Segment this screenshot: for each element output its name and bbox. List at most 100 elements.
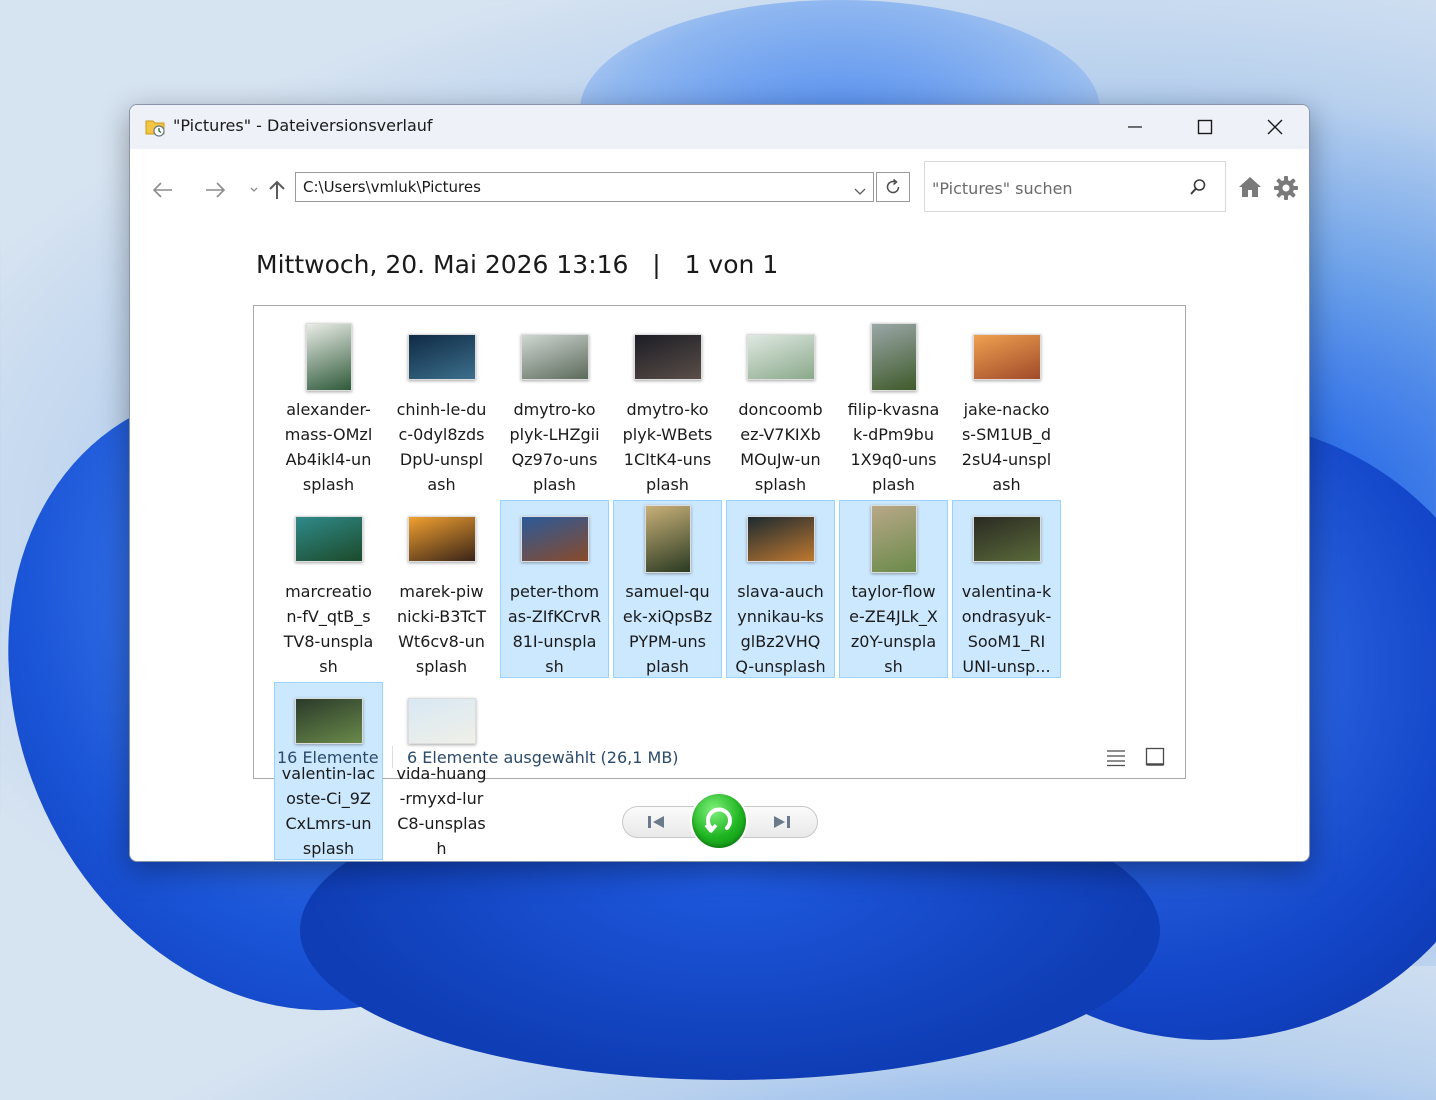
version-heading: Mittwoch, 20. Mai 2026 13:16 | 1 von 1 (256, 250, 778, 279)
search-input[interactable] (930, 174, 1184, 202)
file-name: jake-nacko s-SM1UB_d 2sU4-unspl ash (961, 400, 1052, 494)
details-view-icon[interactable] (1106, 749, 1126, 771)
image-thumbnail (294, 516, 363, 562)
image-thumbnail (407, 334, 476, 380)
chevron-down-icon (854, 188, 866, 195)
selection-info: 6 Elemente ausgewählt (26,1 MB) (407, 748, 679, 767)
file-item[interactable]: dmytro-ko plyk-LHZgii Qz97o-uns plash (500, 318, 609, 496)
chevron-down-icon (250, 187, 258, 192)
thumbnail-frame (953, 321, 1060, 393)
restore-button-face (692, 794, 746, 848)
file-name: marcreatio n-fV_qtB_s TV8-unspla sh (283, 582, 374, 676)
close-icon (1267, 119, 1283, 135)
up-button[interactable] (264, 175, 290, 205)
maximize-icon (1197, 119, 1213, 135)
file-name: dmytro-ko plyk-LHZgii Qz97o-uns plash (509, 400, 600, 494)
next-version-button[interactable] (762, 810, 802, 834)
large-icons-view-icon[interactable] (1145, 747, 1165, 771)
file-history-window: "Pictures" - Dateiversionsverlauf C:\Use… (129, 104, 1310, 862)
file-item[interactable]: dmytro-ko plyk-WBets 1CItK4-uns plash (613, 318, 722, 496)
gear-icon[interactable] (1273, 175, 1299, 205)
thumbnail-frame (501, 503, 608, 575)
image-thumbnail (870, 323, 917, 391)
image-thumbnail (972, 334, 1041, 380)
arrow-right-icon (206, 182, 226, 198)
thumbnail-frame (953, 503, 1060, 575)
file-item[interactable]: marek-piw nicki-B3TcT Wt6cv8-un splash (387, 500, 496, 678)
file-name: samuel-qu ek-xiQpsBz PYPM-uns plash (622, 582, 713, 676)
file-name: vida-huang -rmyxd-lur C8-unsplas h (396, 764, 487, 858)
file-item[interactable]: valentin-lac oste-Ci_9Z CxLmrs-un splash (274, 682, 383, 860)
file-item[interactable]: marcreatio n-fV_qtB_s TV8-unspla sh (274, 500, 383, 678)
image-thumbnail (520, 334, 589, 380)
thumbnail-frame (388, 503, 495, 575)
previous-version-icon (648, 816, 664, 828)
file-name: alexander- mass-OMzl Ab4ikl4-un splash (284, 400, 373, 494)
image-thumbnail (972, 516, 1041, 562)
image-thumbnail (520, 516, 589, 562)
thumbnail-frame (840, 321, 947, 393)
file-item[interactable]: taylor-flow e-ZE4JLk_X z0Y-unspla sh (839, 500, 948, 678)
file-name: valentina-k ondrasyuk- SooM1_RI UNI-unsp… (961, 582, 1052, 676)
version-date: Mittwoch, 20. Mai 2026 13:16 (256, 250, 629, 279)
address-bar[interactable]: C:\Users\vmluk\Pictures (295, 172, 874, 202)
thumbnail-frame (727, 503, 834, 575)
refresh-icon (886, 178, 900, 194)
heading-separator: | (652, 250, 661, 279)
file-item[interactable]: doncoomb ez-V7KIXb MOuJw-un splash (726, 318, 835, 496)
status-divider (392, 746, 393, 768)
minimize-button[interactable] (1100, 105, 1170, 149)
file-name: doncoomb ez-V7KIXb MOuJw-un splash (738, 400, 823, 494)
address-dropdown-button[interactable] (853, 182, 867, 201)
arrow-up-icon (269, 180, 285, 199)
image-thumbnail (746, 334, 815, 380)
next-version-icon (774, 816, 790, 828)
close-button[interactable] (1240, 105, 1309, 149)
item-count: 16 Elemente (277, 748, 379, 767)
restore-button[interactable] (690, 792, 748, 850)
maximize-button[interactable] (1170, 105, 1240, 149)
title-bar[interactable]: "Pictures" - Dateiversionsverlauf (130, 105, 1309, 149)
thumbnail-frame (275, 503, 382, 575)
file-item[interactable]: chinh-le-du c-0dyl8zds DpU-unspl ash (387, 318, 496, 496)
image-thumbnail (305, 323, 352, 391)
thumbnail-frame (275, 685, 382, 757)
refresh-button[interactable] (876, 172, 910, 202)
file-name: filip-kvasna k-dPm9bu 1X9q0-uns plash (847, 400, 940, 494)
file-name: chinh-le-du c-0dyl8zds DpU-unspl ash (396, 400, 487, 494)
image-thumbnail (633, 334, 702, 380)
image-thumbnail (294, 698, 363, 744)
file-name: taylor-flow e-ZE4JLk_X z0Y-unspla sh (849, 582, 938, 676)
thumbnail-frame (840, 503, 947, 575)
file-view[interactable]: alexander- mass-OMzl Ab4ikl4-un splash ch… (253, 305, 1186, 860)
home-icon[interactable] (1238, 175, 1262, 203)
thumbnail-frame (501, 321, 608, 393)
file-item[interactable]: valentina-k ondrasyuk- SooM1_RI UNI-unsp… (952, 500, 1061, 678)
file-name: slava-auch ynnikau-ks glBz2VHQ Q-unsplas… (735, 582, 826, 676)
previous-version-button[interactable] (636, 810, 676, 834)
search-icon[interactable] (1189, 178, 1207, 200)
search-box[interactable] (924, 161, 1226, 212)
thumbnail-frame (388, 685, 495, 757)
recent-locations-button[interactable] (246, 175, 262, 205)
address-path: C:\Users\vmluk\Pictures (303, 178, 481, 196)
image-thumbnail (407, 698, 476, 744)
file-item[interactable]: vida-huang -rmyxd-lur C8-unsplas h (387, 682, 496, 860)
image-thumbnail (407, 516, 476, 562)
file-item[interactable]: filip-kvasna k-dPm9bu 1X9q0-uns plash (839, 318, 948, 496)
file-item[interactable]: alexander- mass-OMzl Ab4ikl4-un splash (274, 318, 383, 496)
file-item[interactable]: jake-nacko s-SM1UB_d 2sU4-unspl ash (952, 318, 1061, 496)
file-item[interactable]: slava-auch ynnikau-ks glBz2VHQ Q-unsplas… (726, 500, 835, 678)
image-thumbnail (644, 505, 691, 573)
thumbnail-frame (388, 321, 495, 393)
thumbnail-frame (614, 503, 721, 575)
file-name: peter-thom as-ZIfKCrvR 81I-unspla sh (507, 582, 602, 676)
image-thumbnail (870, 505, 917, 573)
file-item[interactable]: samuel-qu ek-xiQpsBz PYPM-uns plash (613, 500, 722, 678)
minimize-icon (1128, 126, 1142, 128)
playback-controls (622, 792, 818, 850)
forward-button[interactable] (200, 175, 230, 205)
back-button[interactable] (148, 175, 178, 205)
file-grid: alexander- mass-OMzl Ab4ikl4-un splash ch… (274, 318, 1174, 861)
file-item[interactable]: peter-thom as-ZIfKCrvR 81I-unspla sh (500, 500, 609, 678)
